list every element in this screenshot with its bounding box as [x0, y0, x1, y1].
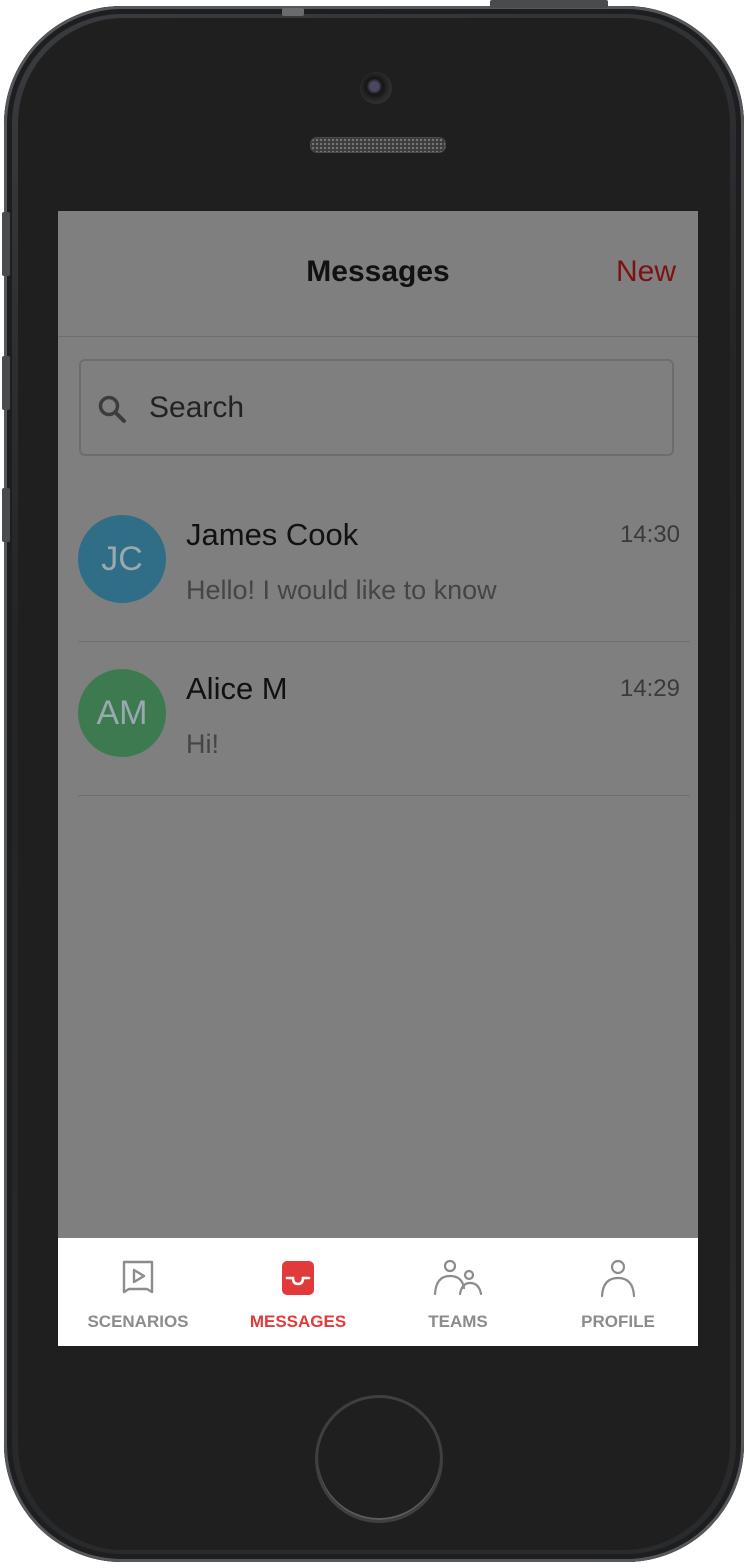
tab-teams[interactable]: TEAMS [378, 1238, 538, 1346]
conversation-row[interactable]: JC James Cook 14:30 Hello! I would like … [78, 487, 690, 642]
search-input[interactable] [149, 383, 649, 433]
tab-profile[interactable]: PROFILE [538, 1238, 698, 1346]
avatar-initials: JC [101, 540, 143, 578]
conversation-row[interactable]: AM Alice M 14:29 Hi! [78, 641, 690, 796]
tab-bar: SCENARIOS MESSAGES TEAMS PROFILE [58, 1238, 698, 1346]
home-button[interactable] [315, 1395, 443, 1523]
new-message-button[interactable]: New [616, 255, 676, 289]
search-icon [98, 395, 126, 423]
tab-label: SCENARIOS [87, 1312, 189, 1331]
page-title: Messages [306, 255, 450, 288]
volume-down-button [2, 488, 10, 542]
tab-label: PROFILE [581, 1312, 655, 1331]
profile-icon [600, 1259, 636, 1298]
earpiece-speaker [310, 137, 446, 153]
message-preview: Hello! I would like to know [186, 575, 497, 605]
scenarios-icon [122, 1260, 154, 1294]
teams-icon [433, 1259, 483, 1296]
message-time: 14:29 [619, 675, 680, 702]
tab-label: MESSAGES [249, 1312, 347, 1331]
volume-up-button [2, 356, 10, 410]
contact-name: Alice M [186, 671, 288, 706]
tab-label: TEAMS [428, 1312, 488, 1331]
messages-icon [282, 1261, 314, 1295]
contact-name: James Cook [186, 517, 359, 552]
avatar-initials: AM [96, 694, 148, 732]
front-camera [360, 72, 392, 104]
mute-switch [2, 212, 10, 276]
tab-scenarios[interactable]: SCENARIOS [58, 1238, 218, 1346]
app-screen: Messages New JC James Cook 14:30 Hello! … [58, 211, 698, 1346]
power-button [490, 0, 608, 8]
message-time: 14:30 [619, 521, 680, 548]
search-box[interactable] [79, 359, 674, 456]
avatar: JC [78, 515, 166, 603]
message-preview: Hi! [186, 729, 219, 759]
tab-messages[interactable]: MESSAGES [218, 1238, 378, 1346]
nav-header: Messages New [58, 211, 698, 337]
top-edge-mark [282, 8, 304, 16]
avatar: AM [78, 669, 166, 757]
